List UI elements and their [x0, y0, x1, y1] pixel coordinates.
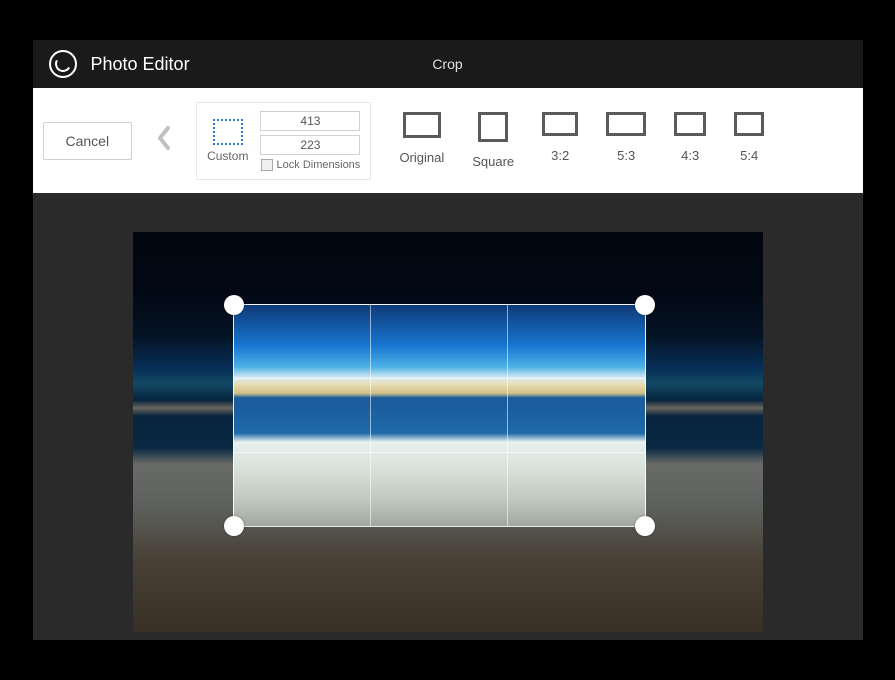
custom-ratio-icon	[213, 119, 243, 145]
custom-ratio-label: Custom	[207, 149, 248, 163]
ratio-label: Original	[399, 150, 444, 165]
ratio-r5-3[interactable]: 5:3	[606, 112, 646, 169]
custom-ratio-group: Custom Lock Dimensions	[196, 102, 371, 180]
crop-toolbar: Cancel Custom Lock Dimensions Original Sq…	[33, 88, 863, 193]
lock-dimensions-label: Lock Dimensions	[277, 159, 361, 171]
ratio-label: 5:4	[740, 148, 758, 163]
grid-line	[507, 305, 508, 526]
app-title: Photo Editor	[91, 54, 190, 75]
lock-dimensions-row[interactable]: Lock Dimensions	[261, 159, 361, 171]
grid-line	[234, 378, 645, 379]
ratio-custom[interactable]: Custom	[207, 119, 248, 163]
ratio-label: 4:3	[681, 148, 699, 163]
title-bar: Photo Editor Crop	[33, 40, 863, 88]
dimension-fields: Lock Dimensions	[260, 111, 360, 171]
cancel-button[interactable]: Cancel	[43, 122, 133, 160]
ratio-r5-4[interactable]: 5:4	[734, 112, 764, 169]
ratio-box-icon	[606, 112, 646, 136]
ratio-box-icon	[542, 112, 578, 136]
crop-handle-bottom-left[interactable]	[224, 516, 244, 536]
creative-cloud-icon	[49, 50, 77, 78]
ratio-label: 5:3	[617, 148, 635, 163]
canvas-area	[33, 193, 863, 640]
grid-line	[370, 305, 371, 526]
ratio-label: 3:2	[551, 148, 569, 163]
crop-handle-top-right[interactable]	[635, 295, 655, 315]
width-input[interactable]	[260, 111, 360, 131]
grid-line	[234, 452, 645, 453]
crop-selection[interactable]	[233, 304, 646, 527]
ratio-original[interactable]: Original	[399, 112, 444, 169]
height-input[interactable]	[260, 135, 360, 155]
ratio-box-icon	[478, 112, 508, 142]
ratio-list: Original Square 3:2 5:3 4:3 5:4	[399, 112, 764, 169]
app-window: Photo Editor Crop Cancel Custom Lock Dim…	[33, 40, 863, 640]
lock-dimensions-checkbox[interactable]	[261, 159, 273, 171]
crop-handle-bottom-right[interactable]	[635, 516, 655, 536]
image-canvas[interactable]	[133, 232, 763, 632]
ratio-r4-3[interactable]: 4:3	[674, 112, 706, 169]
mode-title: Crop	[432, 56, 462, 72]
ratio-r3-2[interactable]: 3:2	[542, 112, 578, 169]
crop-handle-top-left[interactable]	[224, 295, 244, 315]
chevron-left-icon[interactable]	[150, 120, 178, 161]
ratio-box-icon	[734, 112, 764, 136]
ratio-label: Square	[472, 154, 514, 169]
ratio-box-icon	[403, 112, 441, 138]
ratio-box-icon	[674, 112, 706, 136]
ratio-square[interactable]: Square	[472, 112, 514, 169]
